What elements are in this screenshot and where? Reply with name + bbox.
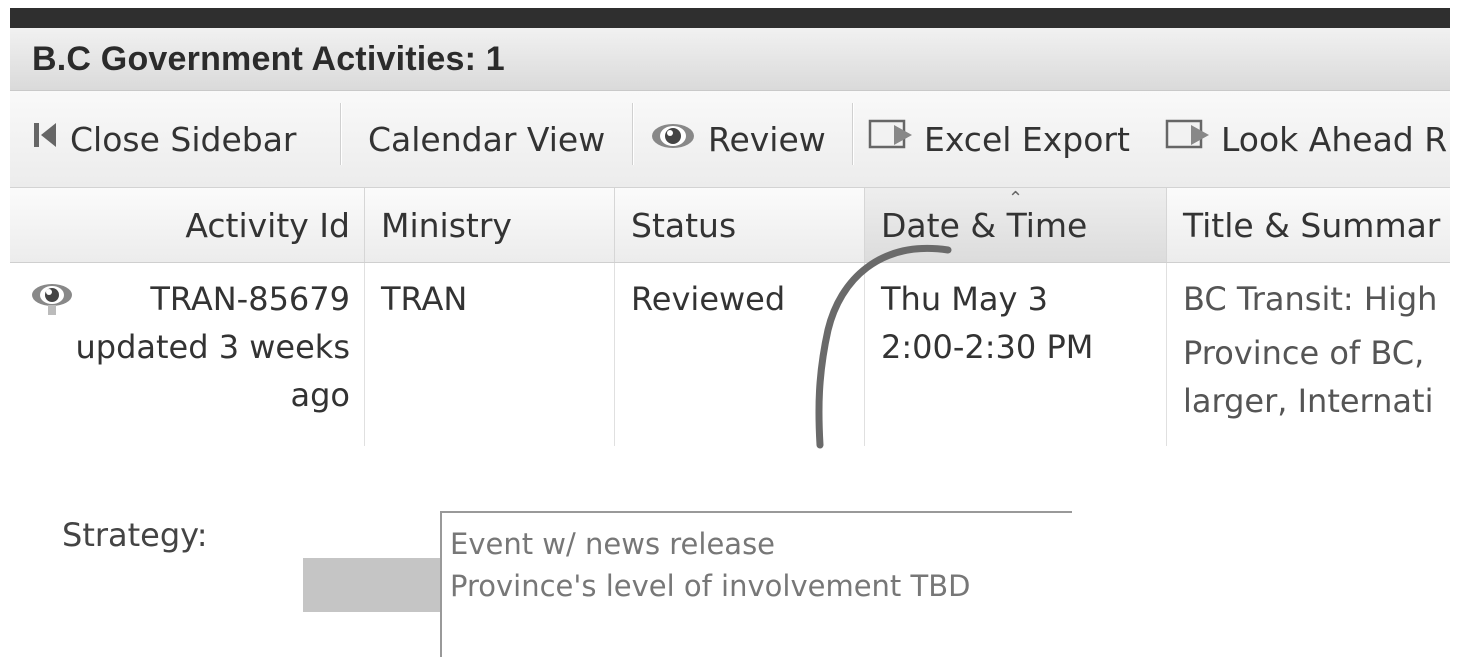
first-page-icon (32, 119, 58, 159)
column-header-title-summary[interactable]: Title & Summar (1167, 188, 1450, 262)
excel-export-button[interactable]: Excel Export (868, 91, 1130, 187)
title-value: BC Transit: High (1183, 280, 1438, 318)
eye-icon[interactable] (30, 279, 74, 332)
column-header-status[interactable]: Status (615, 188, 865, 262)
updated-text: updated 3 weeks (75, 328, 350, 366)
export-icon (1165, 117, 1213, 161)
cell-status: Reviewed (615, 263, 865, 446)
strategy-label: Strategy: (62, 516, 208, 554)
toolbar: Close Sidebar Calendar View Review Excel… (10, 91, 1450, 188)
look-ahead-button[interactable]: Look Ahead R (1165, 91, 1447, 187)
calendar-view-label: Calendar View (368, 119, 606, 159)
close-sidebar-label: Close Sidebar (70, 119, 297, 159)
updated-text: ago (290, 376, 351, 414)
top-window-bar (10, 8, 1450, 28)
summary-line: larger, Internati (1183, 382, 1434, 420)
export-icon (868, 117, 916, 161)
toolbar-separator (632, 103, 634, 165)
column-header-label: Activity Id (185, 205, 350, 245)
time-value: 2:00-2:30 PM (881, 328, 1094, 366)
column-header-label: Ministry (381, 205, 512, 245)
table-row[interactable]: TRAN-85679 updated 3 weeks ago TRAN Revi… (10, 263, 1450, 446)
status-value: Reviewed (631, 280, 786, 318)
grid-header: Activity Id Ministry Status ⌃ Date & Tim… (10, 188, 1450, 263)
strategy-line: Event w/ news release (450, 527, 776, 561)
activity-id[interactable]: TRAN-85679 (150, 280, 350, 318)
calendar-view-button[interactable]: Calendar View (368, 91, 605, 187)
column-header-activity-id[interactable]: Activity Id (10, 188, 365, 262)
strategy-line: Province's level of involvement TBD (450, 569, 971, 603)
column-header-ministry[interactable]: Ministry (365, 188, 615, 262)
sort-ascending-icon: ⌃ (1007, 188, 1024, 209)
cell-title-summary: BC Transit: High Province of BC, larger,… (1167, 263, 1450, 446)
eye-icon (650, 120, 696, 159)
review-label: Review (708, 119, 826, 159)
toolbar-separator (340, 103, 342, 165)
strategy-textarea[interactable]: Event w/ news release Province's level o… (440, 511, 1072, 657)
ministry-value: TRAN (381, 280, 468, 318)
excel-export-label: Excel Export (924, 119, 1130, 159)
review-button[interactable]: Review (650, 91, 826, 187)
toolbar-separator (852, 103, 854, 165)
look-ahead-label: Look Ahead R (1221, 119, 1448, 159)
cell-date-time: Thu May 3 2:00-2:30 PM (865, 263, 1167, 446)
panel-header: B.C Government Activities: 1 (10, 28, 1450, 91)
column-header-date-time[interactable]: ⌃ Date & Time (865, 188, 1167, 262)
panel-title: B.C Government Activities: 1 (32, 40, 505, 78)
close-sidebar-button[interactable]: Close Sidebar (32, 91, 297, 187)
activity-id-line: TRAN-85679 (26, 275, 350, 323)
summary-line: Province of BC, (1183, 334, 1425, 372)
cell-ministry: TRAN (365, 263, 615, 446)
date-value: Thu May 3 (881, 280, 1048, 318)
column-header-label: Date & Time (881, 205, 1088, 245)
column-header-label: Title & Summar (1183, 205, 1441, 245)
cell-activity-id: TRAN-85679 updated 3 weeks ago (10, 263, 365, 446)
column-header-label: Status (631, 205, 737, 245)
activities-panel: B.C Government Activities: 1 Close Sideb… (10, 28, 1450, 446)
